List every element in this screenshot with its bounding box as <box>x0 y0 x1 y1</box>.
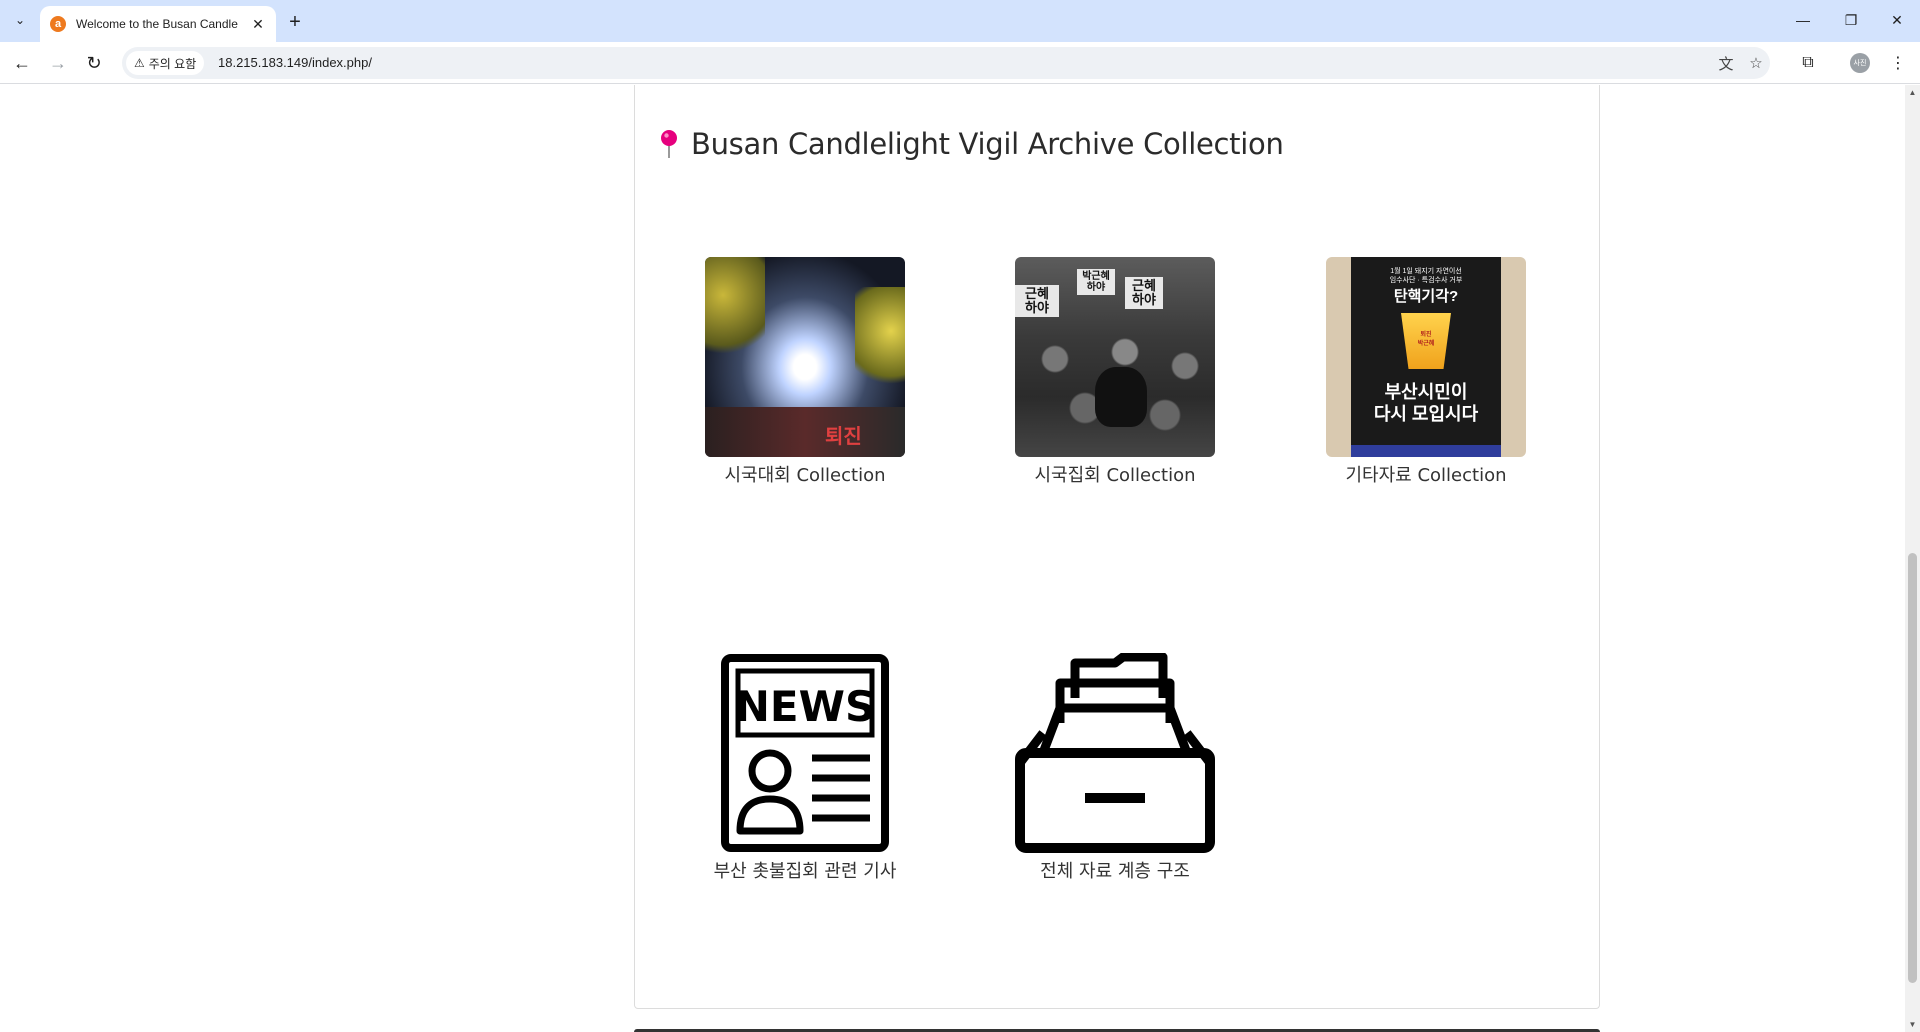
close-icon: ✕ <box>252 15 264 32</box>
collection-label[interactable]: 기타자료 Collection <box>1296 461 1556 487</box>
collection-item-news[interactable]: NEWS 부산 촛불집회 관련 기사 <box>675 653 935 883</box>
photo-banner-text: 퇴진 <box>825 426 862 448</box>
address-bar[interactable]: ⚠ 주의 요함 18.215.183.149/index.php/ 文 ☆ <box>122 47 1770 79</box>
browser-toolbar: ← → ↻ ⚠ 주의 요함 18.215.183.149/index.php/ … <box>0 42 1920 84</box>
section-heading: Busan Candlelight Vigil Archive Collecti… <box>659 127 1284 161</box>
arrow-right-icon: → <box>49 52 67 73</box>
bw-protest-photo[interactable]: 근혜 하야 박근혜 하야 근혜 하야 <box>1015 257 1215 457</box>
protest-sign: 근혜 하야 <box>1015 285 1059 317</box>
collection-item-hierarchy[interactable]: 전체 자료 계층 구조 <box>985 653 1245 883</box>
page-viewport: Busan Candlelight Vigil Archive Collecti… <box>0 85 1905 1032</box>
page-scrollbar[interactable]: ▲ ▼ <box>1905 85 1920 1032</box>
collection-label[interactable]: 전체 자료 계층 구조 <box>985 857 1245 883</box>
menu-button[interactable]: ⋮ <box>1884 49 1912 77</box>
favicon-icon: a <box>50 16 66 32</box>
close-window-button[interactable]: ✕ <box>1874 0 1920 40</box>
photo-tree-left <box>705 257 765 367</box>
news-icon: NEWS <box>721 654 889 852</box>
poster-top-text: 1월 1일 돼지기 자연이선 임수사단 · 특검수사 거부 <box>1389 268 1463 284</box>
pin-icon <box>661 130 677 158</box>
news-link[interactable]: NEWS <box>705 653 905 853</box>
arrow-left-icon: ← <box>13 52 31 73</box>
back-button[interactable]: ← <box>8 49 36 77</box>
page-title: Busan Candlelight Vigil Archive Collecti… <box>691 127 1284 161</box>
poster-main-text: 부산시민이 다시 모입시다 <box>1373 382 1479 424</box>
poster-cup-label: 퇴진 박근혜 <box>1417 332 1435 347</box>
photo-tree-right <box>855 287 905 397</box>
forward-button[interactable]: → <box>44 49 72 77</box>
security-chip[interactable]: ⚠ 주의 요함 <box>126 51 205 75</box>
collection-label[interactable]: 부산 촛불집회 관련 기사 <box>675 857 935 883</box>
bookmark-star-icon[interactable]: ☆ <box>1746 53 1766 73</box>
url-text[interactable]: 18.215.183.149/index.php/ <box>218 55 372 70</box>
tab-bar: ⌄ a Welcome to the Busan Candle ✕ + — ❐ … <box>0 0 1920 42</box>
poster-footer <box>1351 445 1501 457</box>
hierarchy-link[interactable] <box>1015 653 1215 853</box>
reload-button[interactable]: ↻ <box>80 49 108 77</box>
archive-drawer-icon <box>1015 653 1215 853</box>
restore-icon: ❐ <box>1844 11 1858 28</box>
plus-icon: + <box>289 10 301 33</box>
new-tab-button[interactable]: + <box>282 9 308 35</box>
puzzle-icon: ⧉ <box>1802 54 1814 71</box>
scroll-up-icon[interactable]: ▲ <box>1905 85 1920 100</box>
restore-button[interactable]: ❐ <box>1828 0 1874 40</box>
poster-photo[interactable]: 1월 1일 돼지기 자연이선 임수사단 · 특검수사 거부 탄핵기각? 퇴진 박… <box>1326 257 1526 457</box>
extensions-button[interactable]: ⧉ <box>1794 49 1822 77</box>
minimize-icon: — <box>1796 12 1810 28</box>
kebab-menu-icon: ⋮ <box>1890 55 1906 72</box>
protest-sign: 박근혜 하야 <box>1077 269 1115 295</box>
profile-avatar[interactable]: 사진 <box>1850 53 1870 73</box>
candlelight-crowd-photo[interactable]: 퇴진 <box>705 257 905 457</box>
tab-title: Welcome to the Busan Candle <box>76 17 238 31</box>
photo-banner: 퇴진 <box>705 407 905 457</box>
chevron-down-icon: ⌄ <box>14 13 26 27</box>
collection-item-gitajaryo[interactable]: 1월 1일 돼지기 자연이선 임수사단 · 특검수사 거부 탄핵기각? 퇴진 박… <box>1296 257 1556 487</box>
collection-item-sigukdaehoe[interactable]: 퇴진 시국대회 Collection <box>675 257 935 487</box>
scroll-thumb[interactable] <box>1908 553 1917 983</box>
protest-sign: 근혜 하야 <box>1125 277 1163 309</box>
photo-mask <box>1095 367 1147 427</box>
scroll-down-icon[interactable]: ▼ <box>1905 1017 1920 1032</box>
collection-label[interactable]: 시국대회 Collection <box>675 461 935 487</box>
news-word: NEWS <box>735 682 875 731</box>
minimize-button[interactable]: — <box>1780 0 1826 40</box>
poster-question-text: 탄핵기각? <box>1393 288 1459 305</box>
warning-icon: ⚠ <box>134 56 145 70</box>
translate-icon[interactable]: 文 <box>1716 53 1736 73</box>
reload-icon: ↻ <box>86 52 102 73</box>
active-tab[interactable]: a Welcome to the Busan Candle ✕ <box>40 6 276 42</box>
tab-search-button[interactable]: ⌄ <box>8 8 32 32</box>
security-label: 주의 요함 <box>148 56 197 71</box>
collection-item-sigukjiphoe[interactable]: 근혜 하야 박근혜 하야 근혜 하야 시국집회 Collection <box>985 257 1245 487</box>
close-tab-button[interactable]: ✕ <box>250 16 266 32</box>
close-icon: ✕ <box>1891 11 1903 28</box>
poster: 1월 1일 돼지기 자연이선 임수사단 · 특검수사 거부 탄핵기각? 퇴진 박… <box>1351 257 1501 457</box>
collection-panel: Busan Candlelight Vigil Archive Collecti… <box>634 85 1600 1009</box>
collection-label[interactable]: 시국집회 Collection <box>985 461 1245 487</box>
